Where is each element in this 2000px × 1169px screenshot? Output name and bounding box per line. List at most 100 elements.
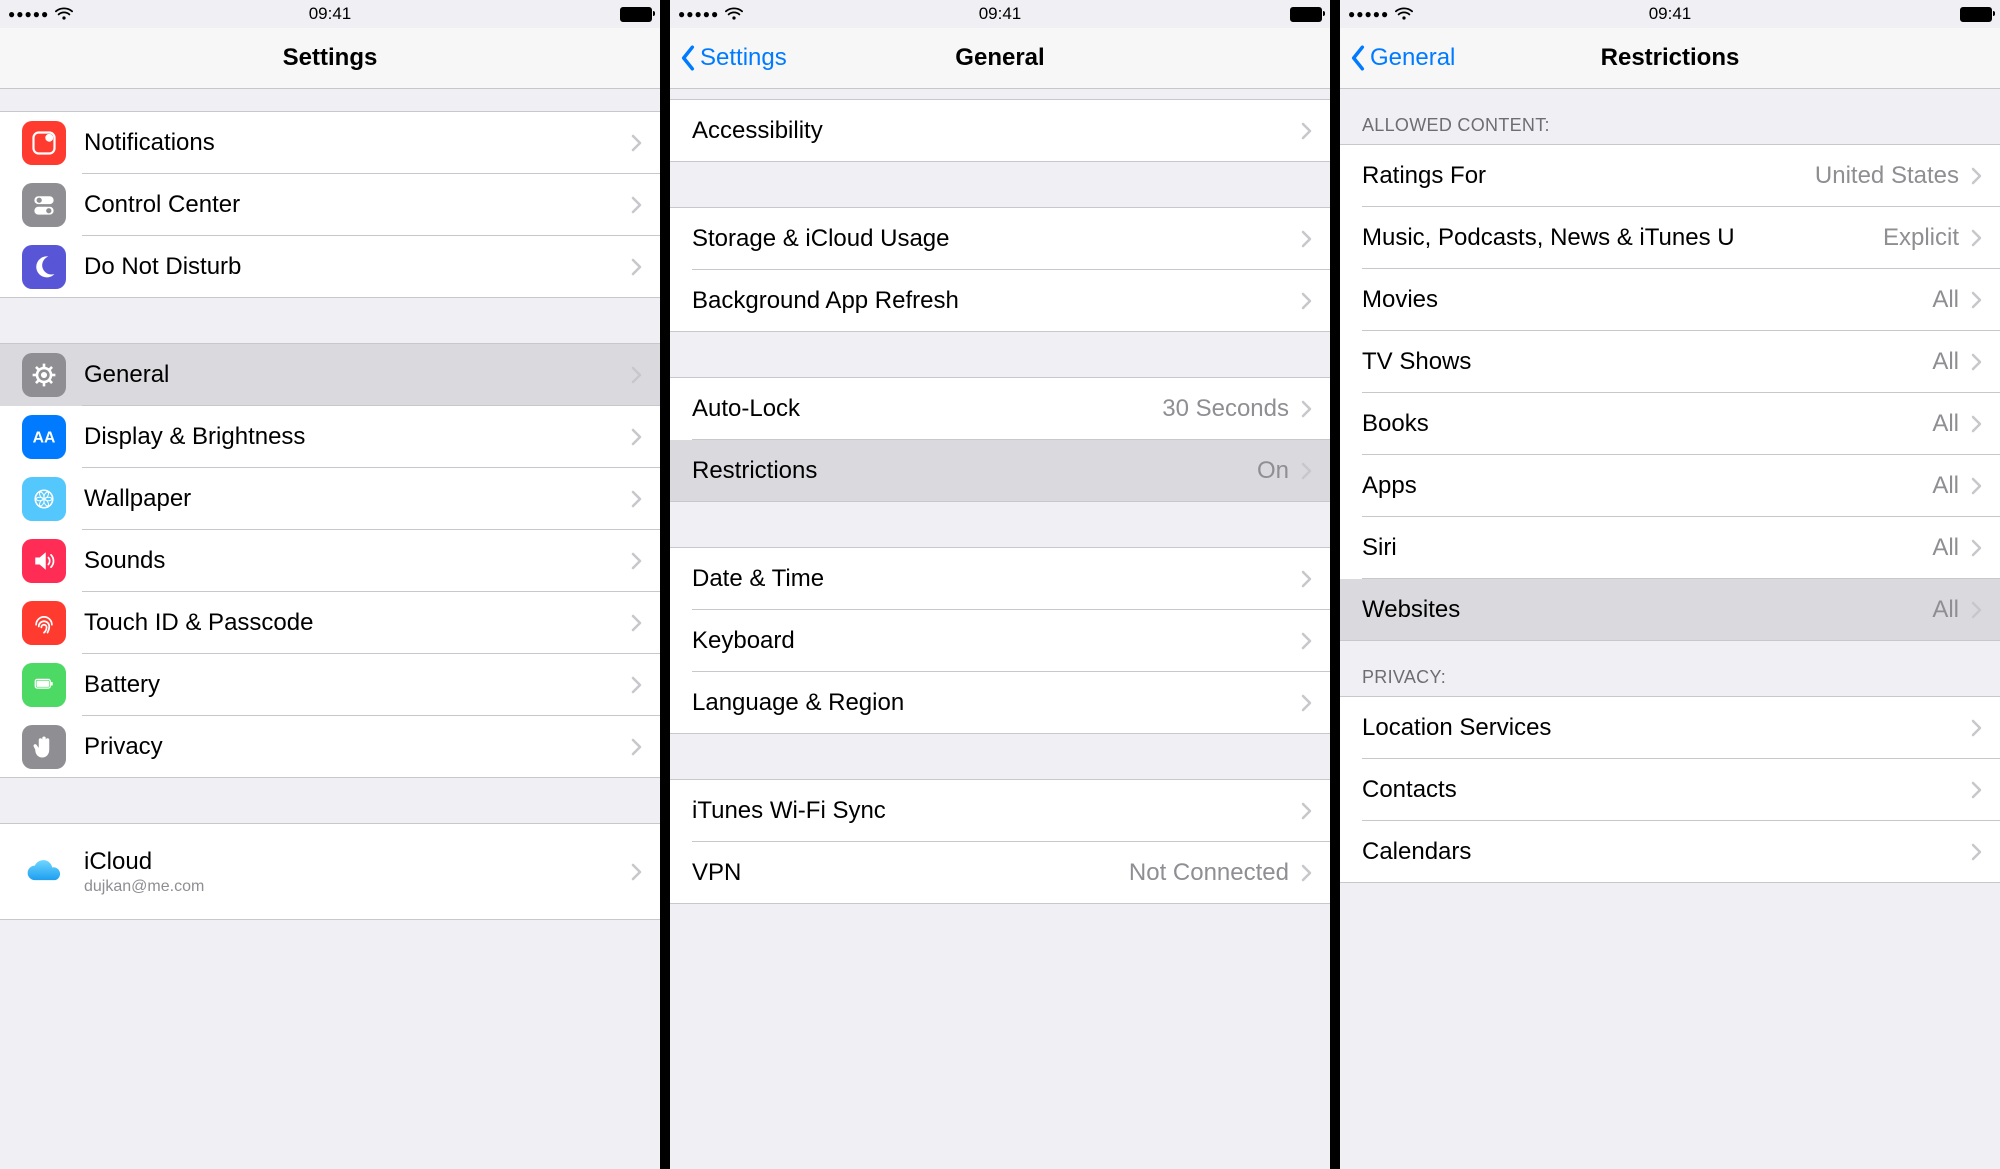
settings-row-do-not-disturb[interactable]: Do Not Disturb [0,236,660,298]
row-label: Do Not Disturb [84,253,619,281]
row-label: Contacts [1362,776,1959,804]
status-bar-time: 09:41 [1340,4,2000,24]
chevron-right-icon [1971,781,1982,799]
settings-row-calendars[interactable]: Calendars [1340,821,2000,883]
cloud-icon [22,850,66,894]
row-detail: All [1932,410,1959,438]
settings-row-contacts[interactable]: Contacts [1340,759,2000,821]
settings-row-privacy[interactable]: Privacy [0,716,660,778]
row-label: Wallpaper [84,485,619,513]
settings-row-vpn[interactable]: VPNNot Connected [670,842,1330,904]
signal-icon: ●●●●● [1348,7,1389,21]
settings-row-websites[interactable]: WebsitesAll [1340,579,2000,641]
chevron-right-icon [1301,864,1312,882]
group-spacer [0,89,660,111]
row-label: Music, Podcasts, News & iTunes U [1362,224,1871,252]
row-detail: All [1932,286,1959,314]
row-label: iCloud [84,848,619,876]
row-label: Accessibility [692,117,1289,145]
settings-row-movies[interactable]: Movies All [1340,269,2000,331]
settings-row-battery[interactable]: Battery [0,654,660,716]
settings-row-keyboard[interactable]: Keyboard [670,610,1330,672]
settings-row-restrictions[interactable]: RestrictionsOn [670,440,1330,502]
chevron-right-icon [631,552,642,570]
chevron-right-icon [631,196,642,214]
row-detail: All [1932,534,1959,562]
chevron-right-icon [631,134,642,152]
content-area: Accessibility Storage & iCloud Usage Backg… [670,89,1330,1169]
chevron-right-icon [631,490,642,508]
row-subtitle: dujkan@me.com [84,878,619,896]
row-detail: All [1932,472,1959,500]
chevron-right-icon [1301,694,1312,712]
row-detail: Not Connected [1129,859,1289,887]
chevron-right-icon [1301,400,1312,418]
settings-row-accessibility[interactable]: Accessibility [670,100,1330,162]
chevron-left-icon [680,45,696,71]
settings-row-apps[interactable]: AppsAll [1340,455,2000,517]
row-label: Date & Time [692,565,1289,593]
settings-row-tv-shows[interactable]: TV ShowsAll [1340,331,2000,393]
settings-screen: ●●●●●09:41SettingsNotificationsControl C… [0,0,670,1169]
page-title: Settings [0,44,660,72]
nav-back-label: General [1370,44,1455,72]
settings-row-sounds[interactable]: Sounds [0,530,660,592]
battery-icon [620,7,652,22]
settings-row-siri[interactable]: SiriAll [1340,517,2000,579]
settings-row-background-app-refresh[interactable]: Background App Refresh [670,270,1330,332]
battery-icon [1960,7,1992,22]
settings-row-ratings-for[interactable]: Ratings ForUnited States [1340,145,2000,207]
group-spacer [670,89,1330,99]
control-center-icon [22,183,66,227]
row-label: Movies [1362,286,1920,314]
svg-text:AA: AA [33,429,56,446]
notifications-icon [22,121,66,165]
row-label: Books [1362,410,1920,438]
row-label: Ratings For [1362,162,1803,190]
general-screen: ●●●●●09:41SettingsGeneral Accessibility St… [670,0,1340,1169]
status-bar-time: 09:41 [670,4,1330,24]
nav-back-button[interactable]: Settings [670,44,787,72]
chevron-right-icon [1971,719,1982,737]
chevron-right-icon [1301,292,1312,310]
chevron-right-icon [1301,122,1312,140]
settings-row-music-podcasts[interactable]: Music, Podcasts, News & iTunes UExplicit [1340,207,2000,269]
settings-row-icloud[interactable]: iCloud dujkan@me.com [0,824,660,920]
settings-row-date-time[interactable]: Date & Time [670,548,1330,610]
settings-row-itunes-wifi-sync[interactable]: iTunes Wi-Fi Sync [670,780,1330,842]
fingerprint-icon [22,601,66,645]
row-label: Display & Brightness [84,423,619,451]
settings-row-touch-id-passcode[interactable]: Touch ID & Passcode [0,592,660,654]
wifi-icon [725,7,743,21]
nav-bar: SettingsGeneral [670,28,1330,89]
nav-back-label: Settings [700,44,787,72]
chevron-right-icon [1301,570,1312,588]
restrictions-screen: ●●●●●09:41GeneralRestrictionsALLOWED CON… [1340,0,2000,1169]
row-label: General [84,361,619,389]
status-bar: ●●●●●09:41 [670,0,1330,28]
settings-row-location-services[interactable]: Location Services [1340,697,2000,759]
settings-row-wallpaper[interactable]: Wallpaper [0,468,660,530]
settings-row-control-center[interactable]: Control Center [0,174,660,236]
settings-row-auto-lock[interactable]: Auto-Lock30 Seconds [670,378,1330,440]
row-label: Control Center [84,191,619,219]
settings-row-display-brightness[interactable]: AA Display & Brightness [0,406,660,468]
status-bar: ●●●●●09:41 [1340,0,2000,28]
settings-row-storage-icloud[interactable]: Storage & iCloud Usage [670,208,1330,270]
settings-row-general[interactable]: General [0,344,660,406]
wifi-icon [1395,7,1413,21]
hand-icon [22,725,66,769]
group-spacer [670,502,1330,547]
row-detail: 30 Seconds [1162,395,1289,423]
row-detail: On [1257,457,1289,485]
row-label: Touch ID & Passcode [84,609,619,637]
settings-row-language-region[interactable]: Language & Region [670,672,1330,734]
chevron-right-icon [1971,477,1982,495]
row-label: Storage & iCloud Usage [692,225,1289,253]
settings-row-notifications[interactable]: Notifications [0,112,660,174]
battery-settings-icon [22,663,66,707]
nav-back-button[interactable]: General [1340,44,1455,72]
wifi-icon [55,7,73,21]
settings-row-books[interactable]: Books All [1340,393,2000,455]
nav-bar: Settings [0,28,660,89]
